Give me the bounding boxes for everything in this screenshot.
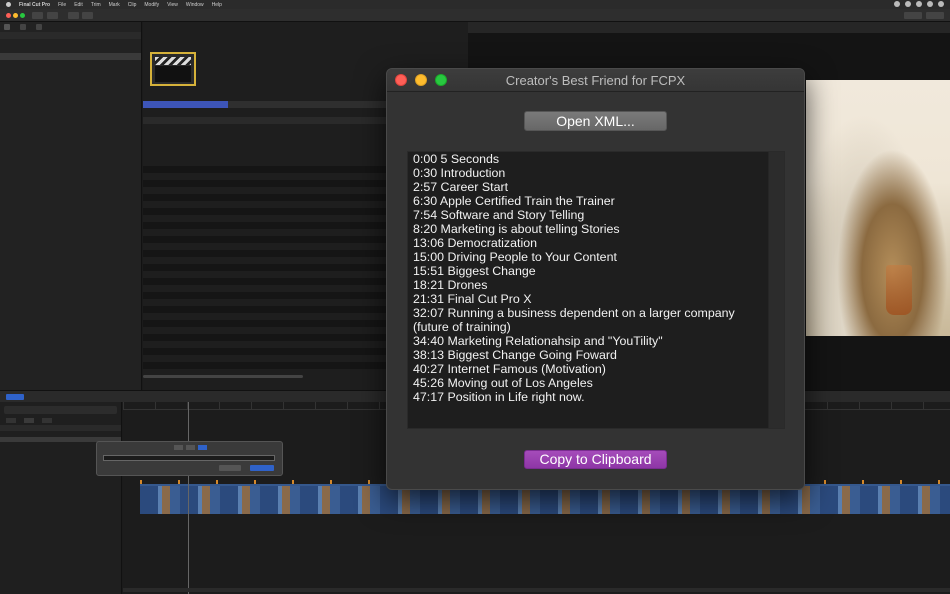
marker-edit-popover — [96, 441, 283, 476]
library-item[interactable] — [0, 46, 141, 53]
clapper-icon — [155, 57, 191, 65]
chapters-list[interactable]: 0:00 5 Seconds 0:30 Introduction 2:57 Care… — [413, 152, 767, 428]
apple-icon[interactable] — [6, 2, 11, 7]
fcp-close-icon[interactable] — [6, 13, 11, 18]
library-item[interactable] — [0, 53, 141, 60]
menu-edit[interactable]: Edit — [74, 2, 83, 8]
chapter-line: 18:21 Drones — [413, 278, 488, 292]
library-item[interactable] — [0, 39, 141, 46]
chapter-line: 0:30 Introduction — [413, 166, 506, 180]
library-tabs — [0, 22, 141, 32]
tab-clips[interactable] — [6, 418, 16, 423]
index-item[interactable] — [0, 529, 121, 535]
chapter-line: 0:00 5 Seconds — [413, 152, 500, 166]
index-button[interactable] — [6, 394, 24, 400]
menu-trim[interactable]: Trim — [91, 2, 101, 8]
chapter-line: 40:27 Internet Famous (Motivation) — [413, 362, 606, 376]
status-icon[interactable] — [894, 1, 900, 7]
library-item[interactable] — [0, 32, 141, 39]
menu-window[interactable]: Window — [186, 2, 204, 8]
fcp-minimize-icon[interactable] — [13, 13, 18, 18]
status-icon[interactable] — [938, 1, 944, 7]
chapter-line: 6:30 Apple Certified Train the Trainer — [413, 194, 615, 208]
index-tabs — [0, 418, 121, 425]
done-button[interactable] — [250, 465, 274, 471]
copy-to-clipboard-button[interactable]: Copy to Clipboard — [524, 450, 667, 469]
app-window: Creator's Best Friend for FCPX Open XML.… — [386, 68, 805, 490]
chapter-line: 34:40 Marketing Relationahsip and "YouTi… — [413, 334, 663, 348]
share-project-button[interactable] — [926, 12, 944, 19]
menu-app[interactable]: Final Cut Pro — [19, 2, 50, 8]
chapter-line: 45:26 Moving out of Los Angeles — [413, 376, 593, 390]
chapter-line: 32:07 Running a business dependent on a … — [413, 306, 739, 334]
chapter-line: 15:00 Driving People to Your Content — [413, 250, 617, 264]
vertical-scrollbar[interactable] — [768, 152, 784, 428]
menu-help[interactable]: Help — [212, 2, 222, 8]
marker-type-todo[interactable] — [186, 445, 195, 450]
minimize-button[interactable] — [415, 74, 427, 86]
menu-view[interactable]: View — [167, 2, 178, 8]
chapter-line: 7:54 Software and Story Telling — [413, 208, 585, 222]
playhead[interactable] — [188, 402, 189, 594]
status-icon[interactable] — [905, 1, 911, 7]
chapter-line: 13:06 Democratization — [413, 236, 537, 250]
inspector-toggle-button[interactable] — [904, 12, 922, 19]
keyword-button[interactable] — [47, 12, 58, 19]
marker-name-field[interactable] — [103, 455, 275, 461]
horizontal-scrollbar[interactable] — [143, 375, 303, 378]
video-frame — [806, 80, 950, 336]
library-tab-icon[interactable] — [4, 24, 10, 30]
close-button[interactable] — [395, 74, 407, 86]
chapter-line: 8:20 Marketing is about telling Stories — [413, 222, 620, 236]
project-thumbnail[interactable] — [150, 52, 196, 86]
libraries-sidebar — [0, 22, 142, 390]
clapper-body — [155, 66, 191, 82]
chapter-line: 38:13 Biggest Change Going Foward — [413, 348, 617, 362]
menu-modify[interactable]: Modify — [144, 2, 159, 8]
index-search-field[interactable] — [4, 406, 117, 414]
titles-tab-icon[interactable] — [36, 24, 42, 30]
share-button[interactable] — [82, 12, 93, 19]
tab-tags[interactable] — [24, 418, 34, 423]
menu-clip[interactable]: Clip — [128, 2, 137, 8]
menu-file[interactable]: File — [58, 2, 66, 8]
chapter-line: 21:31 Final Cut Pro X — [413, 292, 532, 306]
name-column-header[interactable] — [143, 101, 228, 108]
status-icon[interactable] — [927, 1, 933, 7]
window-title: Creator's Best Friend for FCPX — [387, 69, 804, 92]
status-icons — [894, 1, 944, 7]
macos-menubar: Final Cut Pro File Edit Trim Mark Clip M… — [0, 0, 950, 9]
background-tasks-button[interactable] — [68, 12, 79, 19]
timeline-index — [0, 402, 122, 594]
menu-mark[interactable]: Mark — [109, 2, 120, 8]
timeline-scrollbar[interactable] — [123, 588, 950, 592]
marker-type-standard[interactable] — [174, 445, 183, 450]
zoom-button[interactable] — [435, 74, 447, 86]
chapter-line: 15:51 Biggest Change — [413, 264, 536, 278]
delete-marker-button[interactable] — [219, 465, 241, 471]
open-xml-button[interactable]: Open XML... — [524, 111, 667, 131]
tab-roles[interactable] — [42, 418, 52, 423]
marker-type-chapter[interactable] — [198, 445, 207, 450]
status-icon[interactable] — [916, 1, 922, 7]
fcp-zoom-icon[interactable] — [20, 13, 25, 18]
chapters-text-area[interactable]: 0:00 5 Seconds 0:30 Introduction 2:57 Care… — [407, 151, 785, 429]
viewer-header — [468, 22, 950, 33]
fcp-toolbar — [0, 9, 950, 22]
chapter-line: 2:57 Career Start — [413, 180, 509, 194]
photos-tab-icon[interactable] — [20, 24, 26, 30]
import-button[interactable] — [32, 12, 43, 19]
chapter-line: 47:17 Position in Life right now. — [413, 390, 585, 404]
glass-image — [886, 265, 912, 315]
